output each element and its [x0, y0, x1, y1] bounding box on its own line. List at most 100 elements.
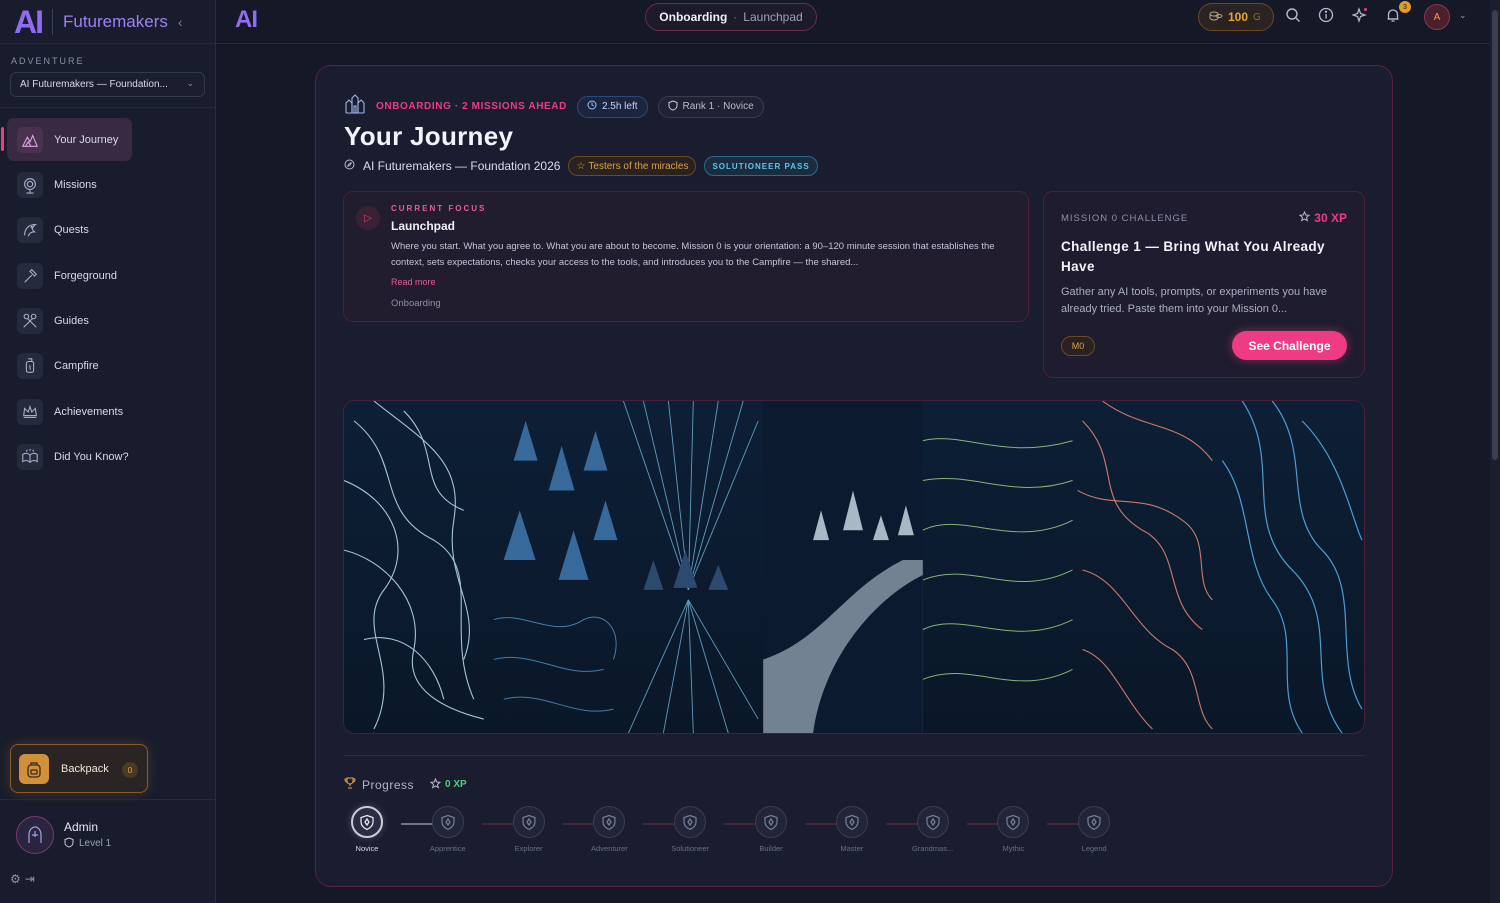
user-level: Level 1 — [64, 836, 111, 851]
target-icon — [17, 171, 43, 198]
journey-artwork — [343, 400, 1365, 734]
journey-card: ONBOARDING · 2 MISSIONS AHEAD 2.5h left … — [315, 65, 1393, 887]
sidebar-item-label: Forgeground — [54, 269, 117, 282]
brand-divider — [52, 8, 53, 35]
chevron-down-icon: ⌄ — [186, 78, 194, 88]
phase-label: ONBOARDING · 2 MISSIONS AHEAD — [376, 101, 567, 112]
rank-name: Mythic — [1002, 844, 1025, 853]
sidebar-footer-actions: ⚙ ⇥ — [10, 872, 35, 886]
see-challenge-button[interactable]: See Challenge — [1232, 331, 1347, 360]
current-focus-card[interactable]: ▷ CURRENT FOCUS Launchpad Where you star… — [343, 191, 1029, 322]
adventure-select[interactable]: AI Futuremakers — Foundation... ⌄ — [10, 72, 205, 97]
sidebar-item-achievements[interactable]: Achievements — [7, 390, 207, 433]
sidebar-divider — [0, 799, 215, 800]
rank-node-adventurer[interactable]: Adventurer — [569, 806, 649, 853]
sidebar-item-forgeground[interactable]: Forgeground — [7, 254, 207, 297]
rank-node-novice[interactable]: Novice — [327, 806, 407, 853]
rank-name: Adventurer — [591, 844, 628, 853]
scrollbar-thumb[interactable] — [1492, 10, 1498, 460]
testers-chip-text: Testers of the miracles — [588, 160, 689, 172]
coin-balance[interactable]: 100 G — [1198, 3, 1274, 31]
challenge-description: Gather any AI tools, prompts, or experim… — [1061, 286, 1327, 315]
chevron-left-icon[interactable]: ‹ — [178, 14, 183, 30]
time-left-chip: 2.5h left — [576, 95, 648, 118]
dragon-icon — [17, 217, 43, 244]
mountain-icon — [17, 126, 43, 153]
rank-node-builder[interactable]: Builder — [731, 806, 811, 853]
clock-icon — [587, 100, 597, 113]
mission-challenge-card: MISSION 0 CHALLENGE 30 XP Challenge 1 — … — [1043, 191, 1365, 378]
sidebar-item-campfire[interactable]: Campfire — [7, 345, 207, 388]
sidebar-item-label: Your Journey — [54, 133, 119, 146]
progress-xp-text: 0 XP — [445, 779, 467, 790]
user-profile[interactable]: Admin Level 1 — [16, 816, 111, 854]
challenge-xp-text: 30 XP — [1314, 211, 1347, 225]
logout-icon[interactable]: ⇥ — [25, 872, 35, 886]
adventure-select-value: AI Futuremakers — Foundation... — [20, 79, 168, 90]
trophy-icon — [344, 777, 356, 792]
rank-node-grandmas[interactable]: Grandmas... — [893, 806, 973, 853]
current-focus-title: Launchpad — [391, 219, 456, 233]
user-avatar-button[interactable]: A — [1424, 4, 1450, 30]
badge-star-icon — [1299, 210, 1311, 225]
backpack-button[interactable]: Backpack 0 — [10, 744, 148, 793]
sidebar-item-did-you-know[interactable]: Did You Know? — [7, 436, 207, 479]
time-left-text: 2.5h left — [601, 101, 638, 112]
rank-node-mythic[interactable]: Mythic — [973, 806, 1053, 853]
breadcrumb-phase: Onboarding — [659, 10, 728, 24]
current-focus-label: CURRENT FOCUS — [391, 204, 487, 213]
rank-node-solutioneer[interactable]: Solutioneer — [650, 806, 730, 853]
rank-name: Solutioneer — [671, 844, 710, 853]
gear-icon[interactable]: ⚙ — [10, 872, 21, 886]
rank-shield-icon — [431, 806, 464, 838]
breadcrumb-mission: Launchpad — [743, 10, 803, 24]
solutioneer-pass-chip[interactable]: SOLUTIONEER PASS — [704, 156, 818, 176]
crown-icon — [17, 398, 43, 425]
mission-badge: M0 — [1061, 336, 1095, 356]
brand-name: Futuremakers — [63, 11, 168, 31]
info-icon[interactable] — [1318, 7, 1336, 25]
journey-landscape-image — [344, 401, 1364, 733]
breadcrumb[interactable]: Onboarding · Launchpad — [645, 3, 817, 31]
sidebar-item-your-journey[interactable]: Your Journey — [1, 118, 132, 161]
sidebar-item-quests[interactable]: Quests — [7, 209, 207, 252]
rank-shield-icon — [916, 806, 949, 838]
sidebar-item-missions[interactable]: Missions — [7, 163, 207, 206]
star-icon: ☆ — [576, 160, 586, 172]
topbar: AI Onboarding · Launchpad 100 G 3 A ⌄ — [216, 0, 1500, 44]
rank-shield-icon — [997, 806, 1030, 838]
backpack-count-badge: 0 — [122, 762, 138, 778]
sidebar-item-guides[interactable]: Guides — [7, 300, 207, 343]
rank-shield-icon — [593, 806, 626, 838]
scrollbar[interactable] — [1490, 0, 1500, 903]
rank-node-apprentice[interactable]: Apprentice — [408, 806, 488, 853]
journey-header-row: ONBOARDING · 2 MISSIONS AHEAD 2.5h left … — [344, 94, 764, 119]
backpack-label: Backpack — [61, 762, 109, 775]
chevron-down-icon[interactable]: ⌄ — [1459, 10, 1467, 21]
sidebar-nav: Your Journey Missions Quests Forgeground — [1, 118, 207, 481]
rank-name: Legend — [1081, 844, 1107, 853]
coin-stack-icon — [1209, 10, 1223, 25]
brand-logo[interactable]: AI — [14, 6, 44, 38]
testers-chip[interactable]: ☆ Testers of the miracles — [568, 156, 697, 176]
notification-count-badge: 3 — [1399, 1, 1411, 13]
user-name: Admin — [64, 819, 99, 834]
rank-track: Novice Apprentice Explorer Adventurer Soluti… — [344, 806, 1344, 858]
backpack-icon — [19, 753, 49, 784]
rank-name: Novice — [355, 844, 379, 853]
tools-icon — [17, 308, 43, 335]
rank-node-explorer[interactable]: Explorer — [489, 806, 569, 853]
sidebar-item-label: Guides — [54, 315, 89, 328]
read-more-link[interactable]: Read more — [391, 277, 436, 287]
compass-icon — [344, 159, 355, 173]
rank-node-master[interactable]: Master — [812, 806, 892, 853]
brand: AI Futuremakers ‹ — [0, 0, 215, 44]
rank-node-legend[interactable]: Legend — [1054, 806, 1134, 853]
rank-shield-icon — [351, 806, 383, 838]
sparkle-icon[interactable] — [1351, 7, 1370, 25]
topbar-logo[interactable]: AI — [235, 6, 258, 34]
adventure-label: ADVENTURE — [11, 56, 85, 66]
lantern-icon — [17, 353, 43, 380]
search-icon[interactable] — [1285, 7, 1303, 25]
play-icon[interactable]: ▷ — [356, 206, 380, 230]
